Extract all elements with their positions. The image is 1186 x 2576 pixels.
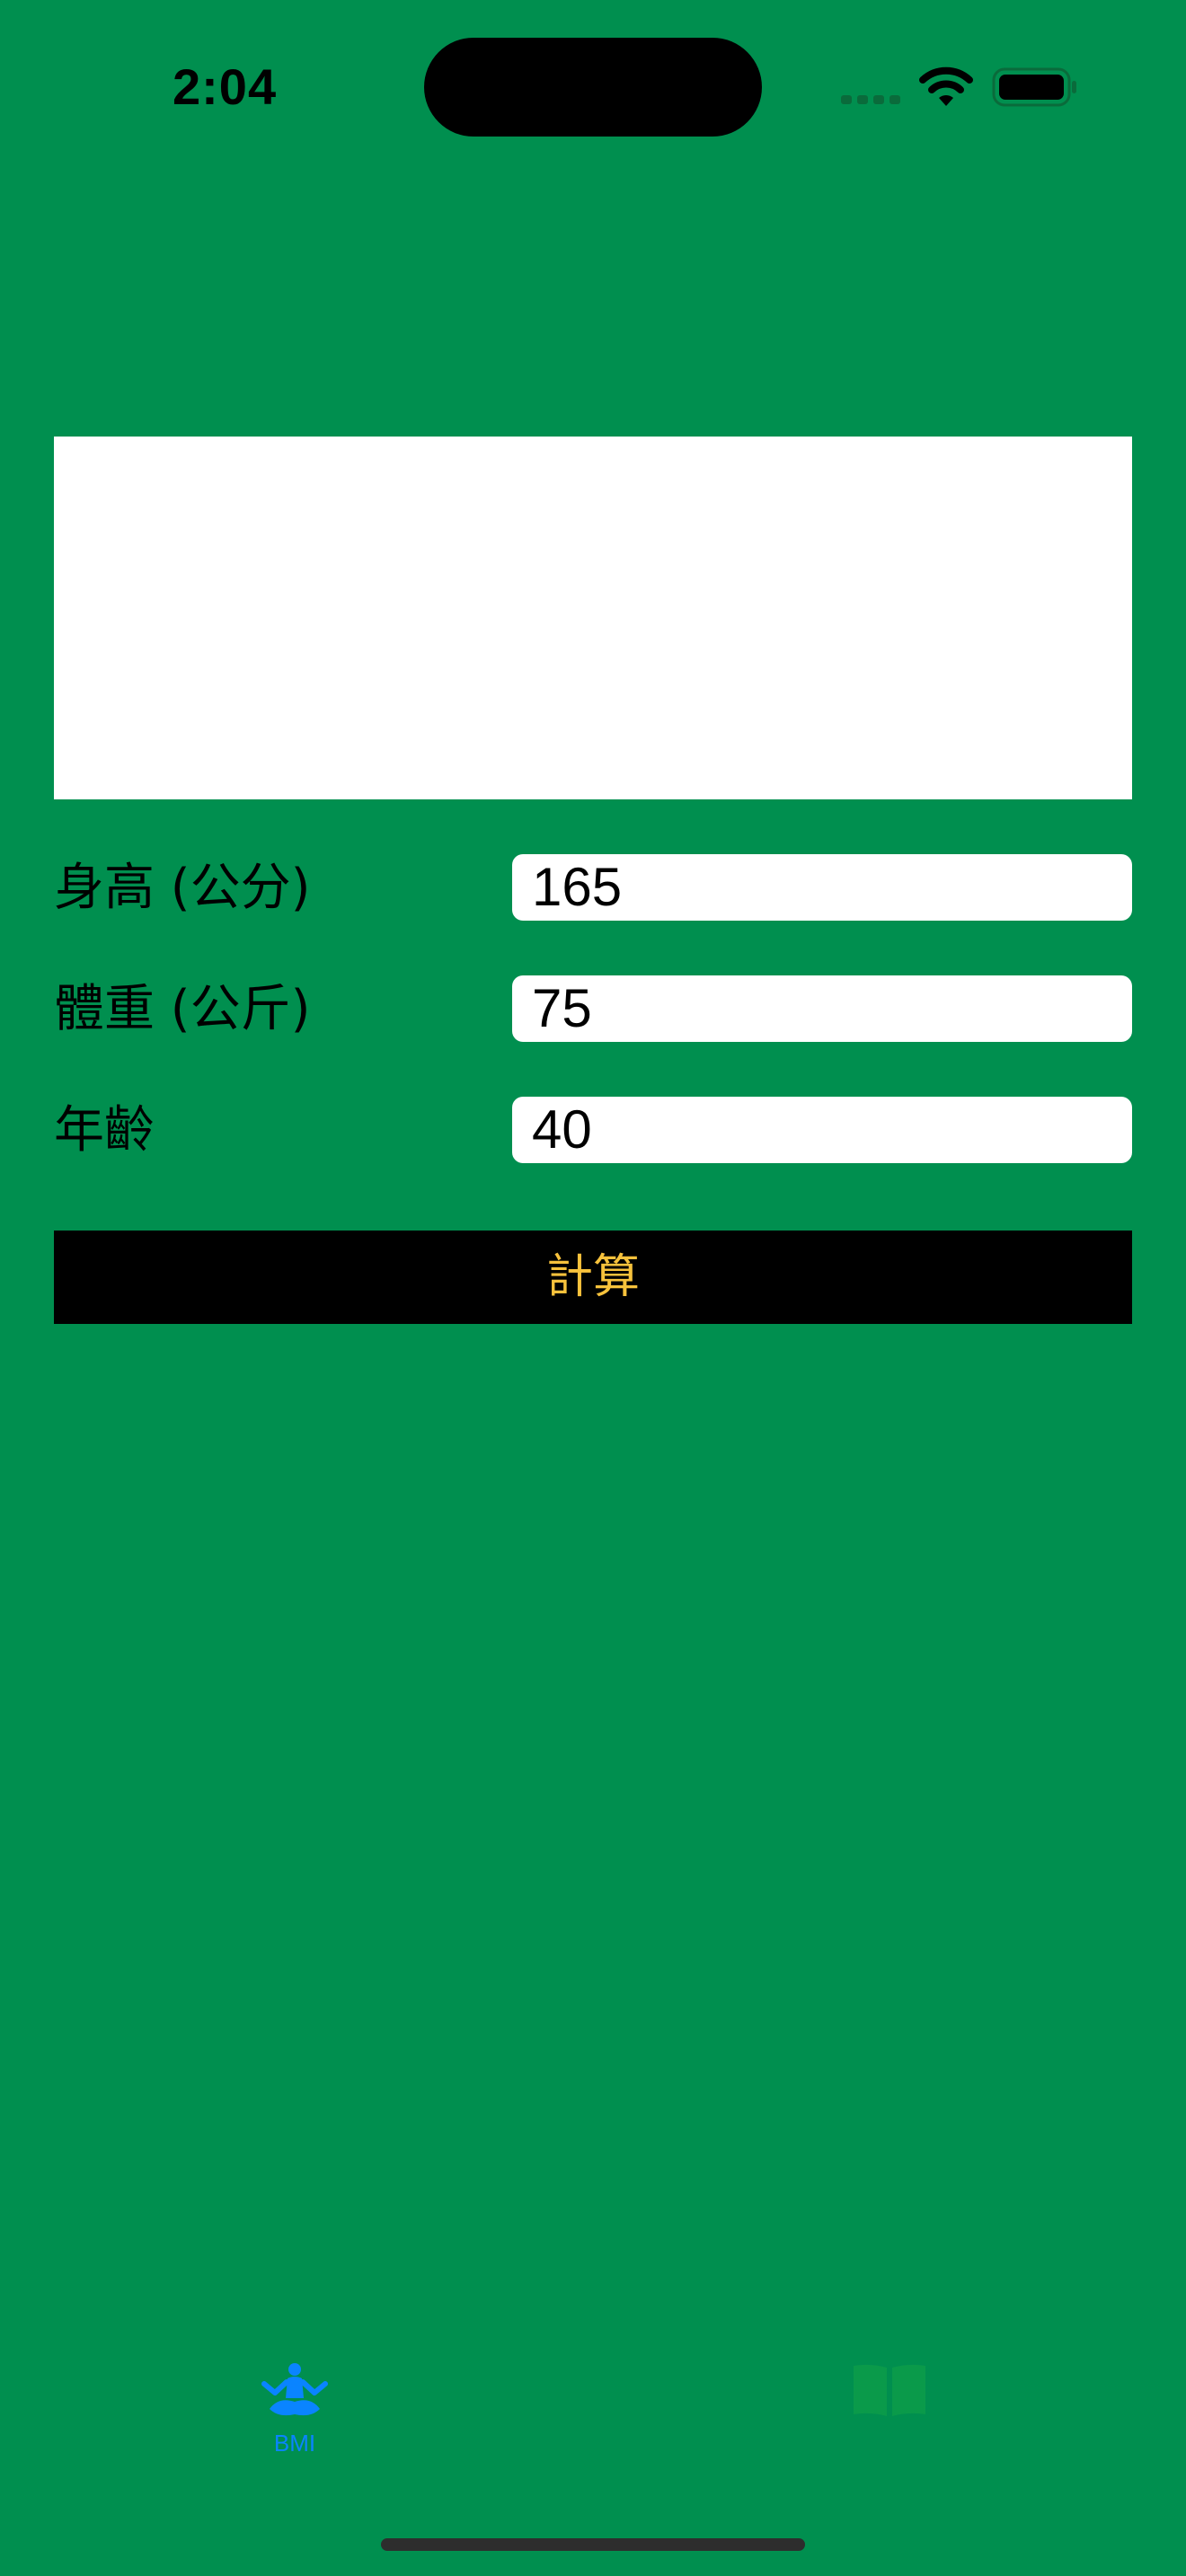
home-indicator bbox=[381, 2538, 805, 2551]
tab-book[interactable] bbox=[800, 2362, 979, 2479]
height-label: 身高 (公分) bbox=[54, 859, 311, 917]
weight-input[interactable]: 75 bbox=[512, 975, 1132, 1042]
meditation-figure-icon bbox=[261, 2363, 328, 2416]
age-label: 年齡 bbox=[54, 1101, 155, 1160]
tab-bmi-label: BMI bbox=[273, 2430, 316, 2457]
battery-icon bbox=[992, 67, 1076, 107]
dynamic-island bbox=[424, 38, 762, 137]
book-icon bbox=[854, 2364, 925, 2416]
age-input[interactable]: 40 bbox=[512, 1097, 1132, 1163]
weight-label: 體重 (公斤) bbox=[54, 980, 311, 1038]
tab-bmi[interactable]: BMI bbox=[205, 2362, 385, 2479]
height-input[interactable]: 165 bbox=[512, 854, 1132, 921]
wifi-icon bbox=[919, 66, 973, 106]
calculate-button[interactable]: 計算 bbox=[54, 1231, 1132, 1324]
result-display-panel bbox=[54, 437, 1132, 799]
cellular-signal-icon bbox=[841, 95, 900, 104]
status-time: 2:04 bbox=[173, 58, 278, 115]
